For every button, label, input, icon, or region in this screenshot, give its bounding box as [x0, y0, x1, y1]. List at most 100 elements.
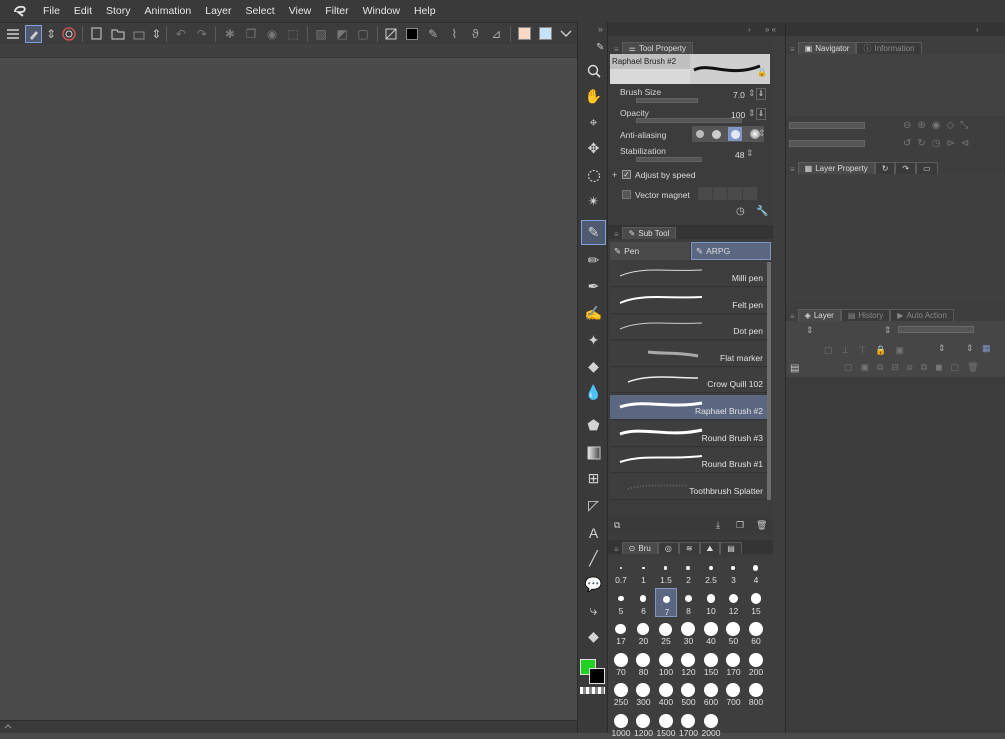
- tab-extra-c[interactable]: ▭: [916, 162, 938, 174]
- opacity-value[interactable]: 100: [731, 110, 745, 120]
- brush-size-cell[interactable]: 300: [633, 679, 655, 709]
- blend-icon[interactable]: 💧: [581, 380, 606, 405]
- brush-size-cell[interactable]: 150: [700, 649, 722, 679]
- brush-size-cell[interactable]: 0.7: [610, 557, 632, 587]
- eraser-icon[interactable]: ◆: [581, 624, 606, 649]
- navigator-rotate-buttons[interactable]: ↺↻◷⊳⊲: [903, 138, 975, 149]
- stepper-icon[interactable]: ⇕: [966, 343, 974, 354]
- invert-icon[interactable]: ◩: [334, 25, 351, 43]
- grip-icon[interactable]: ≡: [790, 312, 795, 321]
- brush-size-cell[interactable]: 20: [633, 618, 655, 648]
- clear-icon[interactable]: ✱: [221, 25, 238, 43]
- brush-size-cell[interactable]: 12: [723, 588, 745, 618]
- selection-icon[interactable]: [581, 163, 606, 188]
- layer-lock-buttons[interactable]: ▢⊥⊤🔒▣: [824, 345, 913, 356]
- brush-item-toothbrush-splatter[interactable]: Toothbrush Splatter: [610, 475, 769, 500]
- pressure-icon[interactable]: ⇓: [756, 88, 766, 100]
- chevron-up-icon[interactable]: [4, 723, 12, 729]
- tab-information[interactable]: ⓘInformation: [856, 42, 921, 54]
- zoom-icon[interactable]: [581, 58, 606, 83]
- brush-size-cell[interactable]: 200: [745, 649, 767, 679]
- layer-color-icon[interactable]: ▦: [982, 343, 991, 354]
- brush-size-cell[interactable]: 60: [745, 618, 767, 648]
- tab-auto-action[interactable]: ▶Auto Action: [890, 309, 954, 321]
- fill-icon[interactable]: ⬟: [581, 413, 606, 438]
- vector-magnet-checkbox[interactable]: [622, 190, 631, 199]
- grip-icon[interactable]: ≡: [790, 165, 795, 174]
- brush-size-cell[interactable]: 10: [700, 588, 722, 618]
- brush-size-cell[interactable]: 40: [700, 618, 722, 648]
- brush-size-cell[interactable]: 2: [678, 557, 700, 587]
- figure-icon[interactable]: ╱: [581, 546, 606, 571]
- zoom-slider[interactable]: [789, 122, 865, 129]
- brush-size-cell[interactable]: 8: [678, 588, 700, 618]
- stepper-icon[interactable]: ⇕: [748, 88, 756, 99]
- brush-item-flat-marker[interactable]: Flat marker: [610, 342, 769, 367]
- color-swatch-black[interactable]: [404, 25, 421, 43]
- brush-item-dot-pen[interactable]: Dot pen: [610, 315, 769, 340]
- stabilization-slider[interactable]: [636, 157, 702, 162]
- magic-wand-icon[interactable]: ✴: [581, 189, 606, 214]
- menu-help[interactable]: Help: [407, 0, 443, 22]
- brush-size-cell[interactable]: 1700: [678, 710, 700, 739]
- brush-size-cell[interactable]: 50: [723, 618, 745, 648]
- transform-icon[interactable]: ⬚: [284, 25, 301, 43]
- brush-size-cell[interactable]: 700: [723, 679, 745, 709]
- stepper-icon[interactable]: ⇕: [151, 25, 161, 43]
- record-icon[interactable]: [60, 25, 77, 43]
- download-icon[interactable]: ⇓: [756, 108, 766, 120]
- brush-size-cell[interactable]: 600: [700, 679, 722, 709]
- tab-extra-2[interactable]: ≋: [679, 542, 700, 554]
- aa-medium-icon[interactable]: [728, 127, 742, 141]
- balloon-tail-icon[interactable]: ◸: [581, 493, 606, 518]
- layer-action-buttons[interactable]: ▢▣⧉⊟⧈⧉◼▢🗑: [844, 362, 987, 373]
- grip-icon[interactable]: ≡: [790, 45, 795, 54]
- stepper-icon[interactable]: ⇕: [746, 148, 754, 159]
- reset-icon[interactable]: ◷: [736, 206, 745, 217]
- tab-extra-3[interactable]: ⛰: [700, 542, 721, 554]
- correct-line-icon[interactable]: ⤷: [581, 598, 606, 623]
- tab-layer-property[interactable]: ▦Layer Property: [798, 162, 875, 174]
- brush-size-cell[interactable]: 6: [633, 588, 655, 618]
- redo-icon[interactable]: ↷: [193, 25, 210, 43]
- brush-size-cell[interactable]: 1200: [633, 710, 655, 739]
- group-pen[interactable]: ✎Pen: [610, 242, 690, 260]
- brush-size-cell[interactable]: 25: [655, 618, 677, 648]
- layer-panel-menu-icon[interactable]: ▤: [790, 363, 799, 374]
- brush-size-cell[interactable]: 1.5: [655, 557, 677, 587]
- brush-size-cell[interactable]: 1500: [655, 710, 677, 739]
- brush-size-cell[interactable]: 500: [678, 679, 700, 709]
- grip-icon[interactable]: ≡: [614, 545, 619, 554]
- undo-icon[interactable]: ↶: [172, 25, 189, 43]
- canvas-area[interactable]: [0, 58, 577, 720]
- subtool-settings-icon[interactable]: ⧉: [614, 520, 620, 531]
- trash-icon[interactable]: 🗑: [756, 520, 767, 531]
- menu-story[interactable]: Story: [99, 0, 138, 22]
- open-icon[interactable]: [109, 25, 126, 43]
- brush-item-round-brush-3[interactable]: Round Brush #3: [610, 422, 769, 447]
- brush-size-value[interactable]: 7.0: [733, 90, 745, 100]
- menu-window[interactable]: Window: [356, 0, 407, 22]
- ink-icon[interactable]: ✍: [581, 301, 606, 326]
- tab-navigator[interactable]: ▣Navigator: [798, 42, 857, 54]
- move-icon[interactable]: ✥: [581, 136, 606, 161]
- wrench-icon[interactable]: 🔧: [756, 206, 768, 217]
- tab-extra-4[interactable]: ▤: [720, 542, 742, 554]
- rotate-slider[interactable]: [789, 140, 865, 147]
- brush-size-slider[interactable]: [636, 98, 698, 103]
- tab-layer[interactable]: ◈Layer: [798, 309, 841, 321]
- ruler-icon[interactable]: ⊿: [488, 25, 505, 43]
- brush-size-cell[interactable]: 17: [610, 618, 632, 648]
- stabilization-value[interactable]: 48: [735, 150, 744, 160]
- stepper-icon[interactable]: ⇕: [938, 343, 946, 354]
- brush-size-cell[interactable]: 7: [655, 588, 677, 618]
- brush-icon[interactable]: ✒: [581, 274, 606, 299]
- brush-size-cell[interactable]: 3: [723, 557, 745, 587]
- selection-icon[interactable]: ▢: [355, 25, 372, 43]
- menu-select[interactable]: Select: [239, 0, 282, 22]
- collapse-icon[interactable]: «: [771, 25, 775, 34]
- brush-size-cell[interactable]: 4: [745, 557, 767, 587]
- opacity-slider[interactable]: [636, 118, 742, 123]
- app-logo-icon[interactable]: [8, 0, 32, 22]
- adjust-speed-checkbox[interactable]: ✓: [622, 170, 631, 179]
